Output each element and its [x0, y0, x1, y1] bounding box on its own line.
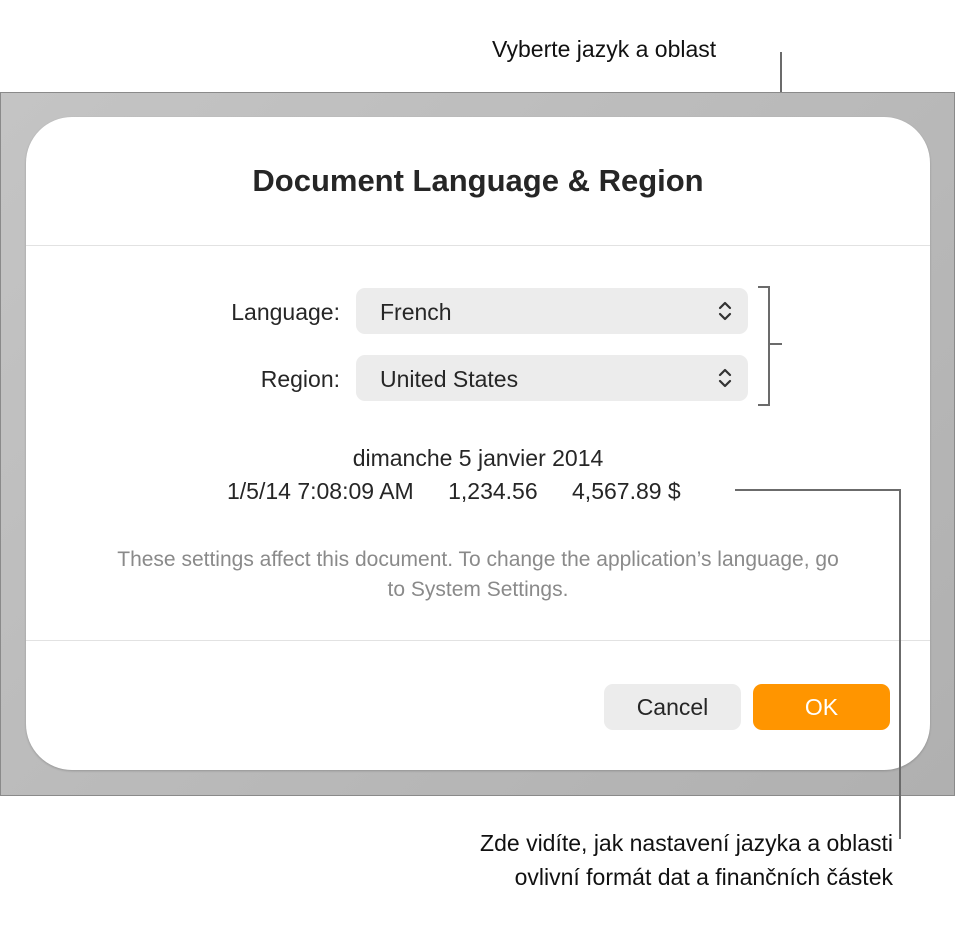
divider: [26, 245, 930, 246]
preview-datetime: 1/5/14 7:08:09 AM: [227, 478, 414, 504]
callout-line: [735, 489, 901, 491]
region-popup[interactable]: United States: [356, 355, 748, 401]
callout-top: Vyberte jazyk a oblast: [492, 36, 716, 63]
divider: [26, 640, 930, 641]
chevron-up-down-icon: [716, 365, 734, 391]
region-value: United States: [380, 366, 518, 393]
region-label: Region:: [140, 366, 340, 393]
callout-bracket: [758, 286, 770, 406]
callout-bottom: Zde vidíte, jak nastavení jazyka a oblas…: [300, 826, 893, 894]
preview-number: 1,234.56: [448, 478, 538, 504]
language-region-dialog: Document Language & Region Language: Fre…: [26, 117, 930, 770]
callout-line: [899, 489, 901, 839]
language-value: French: [380, 299, 452, 326]
preview-date: dimanche 5 janvier 2014: [26, 445, 930, 472]
info-note: These settings affect this document. To …: [26, 545, 930, 605]
callout-line: [768, 343, 782, 345]
callout-bottom-line2: ovlivní formát dat a finančních částek: [300, 860, 893, 894]
cancel-button[interactable]: Cancel: [604, 684, 741, 730]
info-note-text: These settings affect this document. To …: [108, 545, 848, 605]
chevron-up-down-icon: [716, 298, 734, 324]
preview-currency: 4,567.89 $: [572, 478, 681, 504]
dialog-title: Document Language & Region: [26, 163, 930, 199]
ok-button[interactable]: OK: [753, 684, 890, 730]
callout-bottom-line1: Zde vidíte, jak nastavení jazyka a oblas…: [300, 826, 893, 860]
language-popup[interactable]: French: [356, 288, 748, 334]
language-label: Language:: [140, 299, 340, 326]
preview-formats: 1/5/14 7:08:09 AM 1,234.56 4,567.89 $: [227, 478, 681, 505]
